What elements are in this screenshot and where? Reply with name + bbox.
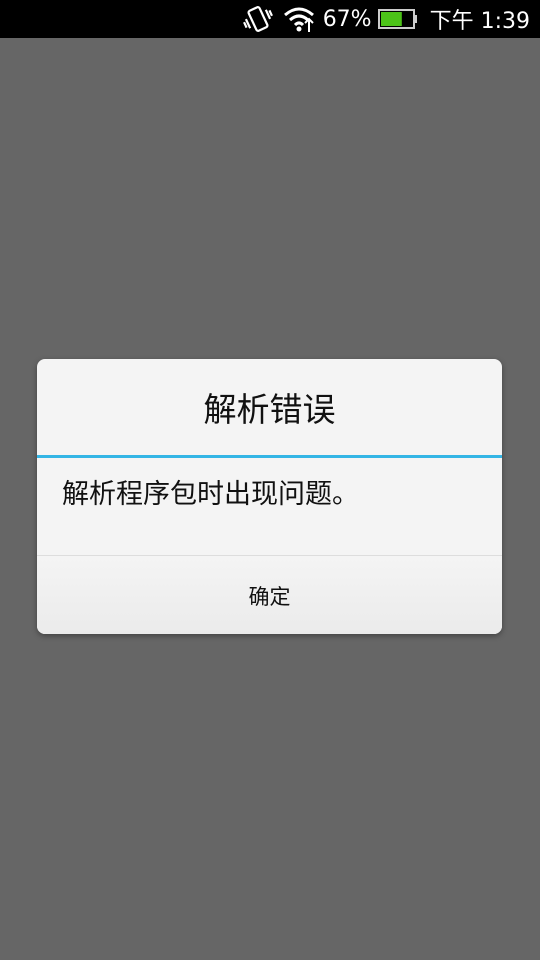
battery-icon (377, 8, 430, 30)
dialog-message: 解析程序包时出现问题。 (62, 479, 359, 510)
status-bar: 67% 下午 1:39 (0, 0, 540, 38)
dialog-title: 解析错误 (203, 390, 336, 429)
vibrate-icon (241, 4, 283, 34)
dialog-button-bar: 确定 (37, 555, 502, 634)
battery-percent: 67% (322, 6, 372, 32)
battery-fill (380, 12, 402, 26)
error-dialog: 解析错误 解析程序包时出现问题。 确定 (37, 359, 502, 634)
ok-button[interactable]: 确定 (37, 556, 502, 634)
wifi-icon (283, 5, 323, 33)
status-clock: 下午 1:39 (429, 9, 530, 34)
